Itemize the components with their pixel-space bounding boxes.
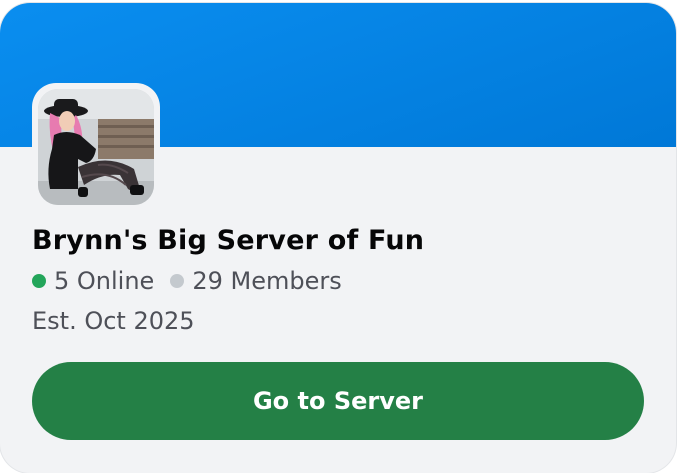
server-stats: 5 Online 29 Members (32, 267, 342, 295)
online-status-dot (32, 274, 46, 288)
server-icon (38, 89, 154, 205)
server-icon-frame (32, 83, 160, 211)
online-count: 5 Online (54, 267, 155, 295)
server-card: Brynn's Big Server of Fun 5 Online 29 Me… (0, 3, 676, 473)
server-established-date: Est. Oct 2025 (32, 307, 195, 335)
go-to-server-button[interactable]: Go to Server (32, 362, 644, 440)
member-count: 29 Members (192, 267, 342, 295)
server-name: Brynn's Big Server of Fun (32, 225, 425, 256)
members-status-dot (170, 274, 185, 288)
